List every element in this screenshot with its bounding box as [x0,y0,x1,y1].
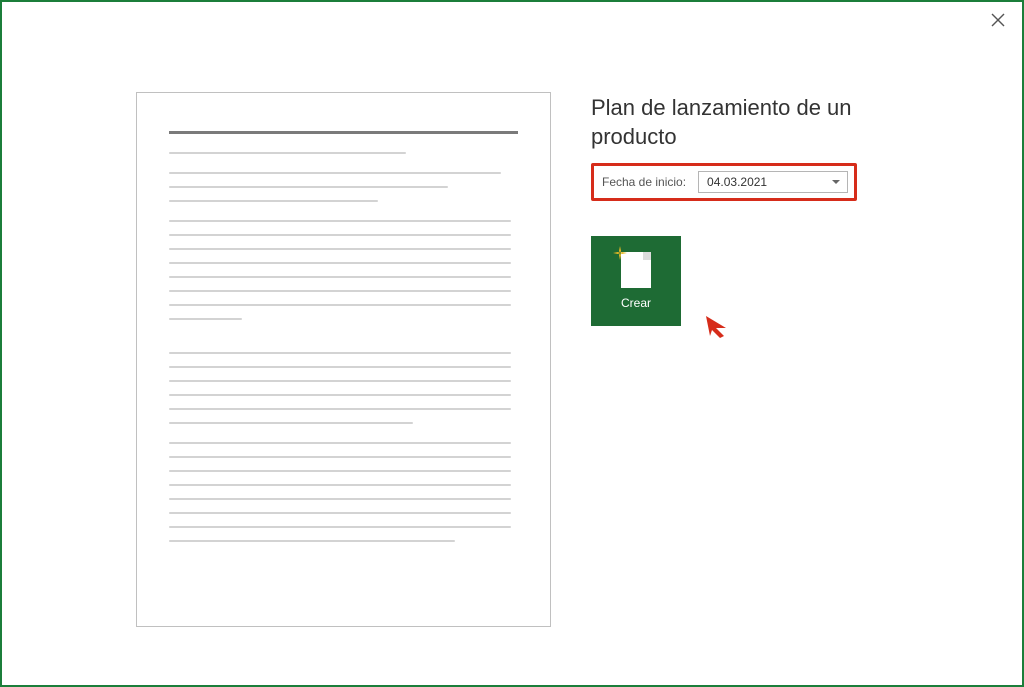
template-preview [136,92,551,627]
close-icon [991,13,1005,27]
close-button[interactable] [988,10,1008,30]
new-document-icon [621,252,651,288]
preview-divider [169,131,518,134]
dialog-content: Plan de lanzamiento de un producto Fecha… [2,2,1022,657]
chevron-down-icon [831,177,841,187]
create-button-label: Crear [621,296,651,310]
preview-lines [169,152,518,598]
template-title: Plan de lanzamiento de un producto [591,94,871,151]
start-date-dropdown[interactable]: 04.03.2021 [698,171,848,193]
start-date-row: Fecha de inicio: 04.03.2021 [591,163,857,201]
template-info-panel: Plan de lanzamiento de un producto Fecha… [591,92,992,627]
sparkle-icon [613,246,627,260]
start-date-value: 04.03.2021 [707,175,767,189]
start-date-label: Fecha de inicio: [602,175,686,189]
create-button[interactable]: Crear [591,236,681,326]
